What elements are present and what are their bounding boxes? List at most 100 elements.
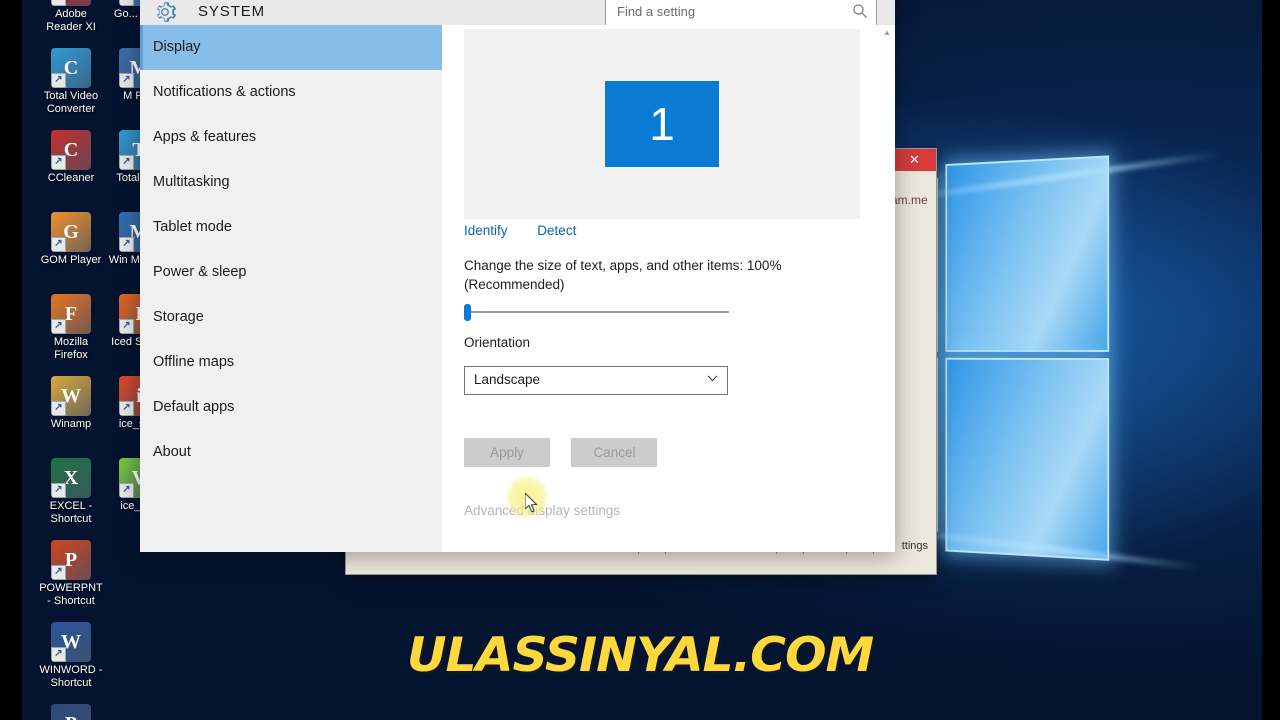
sidebar-item-storage[interactable]: Storage [140, 295, 442, 340]
desktop-icon-label: Winamp [50, 418, 92, 430]
sidebar-item-multitasking[interactable]: Multitasking [140, 160, 442, 205]
sidebar-item-label: Offline maps [153, 354, 235, 370]
desktop-icon-grid: A↗Adobe Reader XIC↗Total Video Converter… [22, 0, 169, 720]
windows-logo-wallpaper [891, 143, 1191, 561]
sidebar-item-label: Apps & features [153, 129, 257, 145]
slider-track[interactable] [470, 311, 729, 313]
shortcut-arrow-icon: ↗ [119, 401, 134, 416]
sidebar-item-label: Default apps [153, 399, 235, 415]
shortcut-arrow-icon: ↗ [51, 319, 66, 334]
desktop-icon-gom-player[interactable]: G ↗ GOM Player [38, 212, 104, 288]
desktop-icon-firefox[interactable]: F ↗ Mozilla Firefox [38, 294, 104, 370]
monitor-1-thumbnail[interactable]: 1 [605, 81, 719, 167]
settings-sidebar: Display Notifications & actions Apps & fea… [140, 25, 442, 552]
scale-description: Change the size of text, apps, and other… [464, 258, 782, 292]
scrollbar-thumb[interactable] [882, 41, 892, 151]
desktop-icon-label: POWERPNT - Shortcut [39, 582, 103, 607]
desktop-icon-ccleaner[interactable]: C ↗ CCleaner [38, 130, 104, 206]
shortcut-arrow-icon: ↗ [119, 155, 134, 170]
settings-content-pane: 1 Identify Detect Change the size of tex… [442, 25, 895, 552]
desktop-icon-label: Adobe Reader XI [46, 8, 96, 33]
logo-pane-bottom-right [945, 357, 1110, 561]
sidebar-item-notifications-actions[interactable]: Notifications & actions [140, 70, 442, 115]
detect-link[interactable]: Detect [537, 223, 576, 238]
gear-icon [157, 2, 177, 22]
sidebar-item-label: About [153, 444, 191, 460]
identify-detect-row: Identify Detect [464, 223, 602, 238]
settings-window: SYSTEM Display Notifications & actions App… [140, 0, 895, 552]
ccleaner-icon: C ↗ [51, 130, 91, 170]
desktop-icon-label: Mozilla Firefox [53, 336, 89, 361]
desktop-icon-adobe-reader[interactable]: A↗ Adobe Reader XI [38, 0, 104, 42]
total-video-converter-icon: C ↗ [51, 48, 91, 88]
sidebar-item-label: Display [153, 39, 201, 55]
desktop-icon-label: GOM Player [40, 254, 102, 266]
sidebar-item-label: Power & sleep [153, 264, 247, 280]
desktop-icon-excel[interactable]: X ↗ EXCEL - Shortcut [38, 458, 104, 534]
shortcut-arrow-icon: ↗ [119, 319, 134, 334]
shortcut-arrow-icon: ↗ [119, 483, 134, 498]
shortcut-arrow-icon: ↗ [119, 0, 134, 6]
search-box[interactable] [605, 0, 877, 26]
shortcut-arrow-icon: ↗ [51, 73, 66, 88]
display-preview-area[interactable]: 1 [464, 29, 860, 219]
orientation-selected-value: Landscape [474, 372, 541, 387]
shortcut-arrow-icon: ↗ [51, 155, 66, 170]
sidebar-item-display[interactable]: Display [140, 25, 442, 70]
background-window-text: am.me [891, 193, 928, 207]
close-icon[interactable]: ✕ [893, 149, 936, 171]
scroll-up-icon[interactable]: ▲ [879, 25, 895, 41]
desktop-icon-label: EXCEL - Shortcut [49, 500, 93, 525]
shortcut-arrow-icon: ↗ [51, 565, 66, 580]
apply-button[interactable]: Apply [464, 438, 550, 467]
slider-thumb[interactable] [464, 304, 471, 321]
desktop-icon-powerpoint[interactable]: P ↗ POWERPNT - Shortcut [38, 540, 104, 616]
chevron-down-icon[interactable] [707, 375, 718, 382]
content-scrollbar[interactable]: ▲ [879, 25, 895, 552]
sidebar-item-about[interactable]: About [140, 430, 442, 475]
sidebar-item-tablet-mode[interactable]: Tablet mode [140, 205, 442, 250]
logo-pane-top-right [945, 155, 1110, 353]
screen-root: A↗Adobe Reader XIC↗Total Video Converter… [0, 0, 1280, 720]
action-button-row: Apply Cancel [464, 438, 674, 467]
sidebar-item-power-sleep[interactable]: Power & sleep [140, 250, 442, 295]
watermark-text: ULASSINYAL.COM [406, 628, 874, 683]
orientation-label: Orientation [464, 335, 531, 350]
sidebar-item-default-apps[interactable]: Default apps [140, 385, 442, 430]
pes-2013-icon: P↗ [51, 704, 91, 720]
shortcut-arrow-icon: ↗ [51, 483, 66, 498]
desktop-icon-label: Total Video Converter [43, 90, 99, 115]
excel-icon: X ↗ [51, 458, 91, 498]
scale-slider[interactable] [464, 302, 729, 322]
desktop-icon-pes-2013[interactable]: P↗Pro Evolution Soccer 2013 [38, 704, 104, 720]
desktop-icon-total-video-converter[interactable]: C ↗ Total Video Converter [38, 48, 104, 124]
search-input[interactable] [615, 0, 844, 25]
shortcut-arrow-icon: ↗ [51, 0, 66, 6]
advanced-display-settings-link[interactable]: Advanced display settings [464, 503, 620, 518]
shortcut-arrow-icon: ↗ [51, 237, 66, 252]
identify-link[interactable]: Identify [464, 223, 508, 238]
page-title: SYSTEM [198, 3, 266, 20]
shortcut-arrow-icon: ↗ [119, 237, 134, 252]
cancel-button[interactable]: Cancel [571, 438, 658, 467]
desktop-icon-label: CCleaner [47, 172, 95, 184]
powerpoint-icon: P ↗ [51, 540, 91, 580]
settings-header: SYSTEM [140, 0, 895, 26]
letterbox-bar-left [0, 0, 22, 720]
sidebar-item-apps-features[interactable]: Apps & features [140, 115, 442, 160]
sidebar-item-label: Multitasking [153, 174, 230, 190]
sidebar-item-label: Tablet mode [153, 219, 232, 235]
shortcut-arrow-icon: ↗ [51, 401, 66, 416]
desktop-icon-column-1: A↗Adobe Reader XIC↗Total Video Converter… [38, 0, 104, 720]
firefox-icon: F ↗ [51, 294, 91, 334]
orientation-dropdown[interactable]: Landscape [464, 366, 728, 395]
adobe-reader-icon: A↗ [51, 0, 91, 6]
shortcut-arrow-icon: ↗ [119, 73, 134, 88]
letterbox-bar-right [1262, 0, 1280, 720]
winamp-icon: W ↗ [51, 376, 91, 416]
sidebar-item-label: Notifications & actions [153, 84, 296, 100]
desktop-icon-winamp[interactable]: W ↗ Winamp [38, 376, 104, 452]
sidebar-item-label: Storage [153, 309, 204, 325]
sidebar-item-offline-maps[interactable]: Offline maps [140, 340, 442, 385]
search-icon[interactable] [852, 3, 868, 19]
